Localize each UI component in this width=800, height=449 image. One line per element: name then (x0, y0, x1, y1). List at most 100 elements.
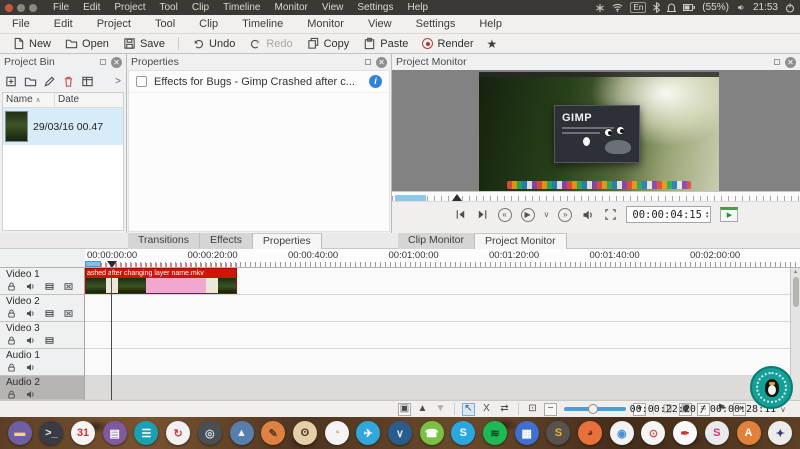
lock-track-icon[interactable] (6, 281, 17, 292)
play-button[interactable]: ▶ (521, 208, 535, 222)
track-header-video3[interactable]: Video 3 (0, 322, 84, 349)
new-button[interactable]: New (5, 36, 58, 51)
name-column-header[interactable]: Name ∧ (3, 93, 55, 107)
wifi-icon[interactable] (612, 3, 623, 12)
global-menu-item[interactable]: Help (401, 2, 436, 13)
rewind-button[interactable]: « (498, 208, 512, 222)
dock-icon[interactable]: ◕ (578, 421, 602, 445)
copy-button[interactable]: Copy (300, 36, 357, 51)
mute-track-icon[interactable] (25, 281, 36, 292)
dock-icon[interactable]: ∨ (388, 421, 412, 445)
float-panel-icon[interactable] (365, 59, 371, 65)
zone-play-button[interactable]: ▶ (720, 207, 738, 222)
track-header-audio1[interactable]: Audio 1 (0, 349, 84, 376)
video1-lane[interactable]: ashed after changing layer name.mkv (85, 268, 790, 295)
track-header-video1[interactable]: Video 1 (0, 268, 84, 295)
dock-icon[interactable]: A (737, 421, 761, 445)
monitor-tab[interactable]: Clip Monitor (398, 233, 475, 249)
dock-icon[interactable]: ☎ (420, 421, 444, 445)
toolbar-overflow-icon[interactable]: > (115, 76, 121, 87)
dock-icon[interactable]: ʘ (293, 421, 317, 445)
info-icon[interactable]: i (369, 75, 382, 88)
open-button[interactable]: Open (58, 36, 116, 51)
app-menu-item[interactable]: Help (467, 18, 514, 30)
bluetooth-icon[interactable] (653, 2, 660, 13)
save-button[interactable]: Save (116, 36, 172, 51)
app-menu-item[interactable]: Edit (42, 18, 85, 30)
dock-icon[interactable]: ◔ (325, 421, 349, 445)
timecode-spinner[interactable]: ▴▾ (706, 211, 709, 219)
global-menu-item[interactable]: Clip (185, 2, 216, 13)
razor-tool-button[interactable]: X (480, 403, 493, 416)
track-lanes[interactable]: ashed after changing layer name.mkv (85, 268, 790, 400)
zoom-slider[interactable] (564, 407, 626, 411)
undo-button[interactable]: Undo (185, 36, 242, 51)
hide-video-icon[interactable] (44, 281, 55, 292)
video2-lane[interactable] (85, 295, 790, 322)
monitor-timecode-field[interactable]: 00:00:04:15 ▴▾ (626, 206, 711, 223)
dock-icon[interactable]: ▦ (515, 421, 539, 445)
dock-icon[interactable]: 31 (71, 421, 95, 445)
mute-track-icon[interactable] (25, 308, 36, 319)
bin-clip-row[interactable]: 29/03/16 00.47 (3, 108, 123, 145)
create-folder-icon[interactable] (24, 75, 37, 88)
zone-mode-icon[interactable] (604, 208, 617, 221)
panel-tab[interactable]: Transitions (128, 233, 200, 249)
dock-icon[interactable]: ✦ (768, 421, 792, 445)
track-header-audio2[interactable]: Audio 2 (0, 376, 84, 400)
app-menu-item[interactable]: Settings (404, 18, 468, 30)
maximize-window-icon[interactable] (29, 4, 37, 12)
notifications-bell-icon[interactable] (667, 3, 676, 13)
close-window-icon[interactable] (5, 4, 13, 12)
edit-clip-icon[interactable] (43, 75, 56, 88)
lower-track-button[interactable]: ▼ (434, 403, 447, 416)
minimize-window-icon[interactable] (17, 4, 25, 12)
timeline-clip[interactable]: ashed after changing layer name.mkv (85, 268, 237, 294)
go-to-start-icon[interactable] (454, 208, 467, 221)
indicator-icon[interactable] (595, 3, 605, 13)
volume-icon[interactable] (736, 3, 746, 12)
forward-button[interactable]: » (558, 208, 572, 222)
delete-clip-icon[interactable] (62, 75, 75, 88)
close-panel-icon[interactable]: ✕ (111, 57, 122, 68)
global-menu-item[interactable]: Timeline (216, 2, 267, 13)
dock-icon[interactable]: S (451, 421, 475, 445)
global-menu-item[interactable]: File (46, 2, 76, 13)
effect-list-item[interactable]: Effects for Bugs - Gimp Crashed after c.… (129, 71, 389, 93)
dock-icon[interactable]: S (705, 421, 729, 445)
effect-checkbox[interactable] (136, 76, 147, 87)
panel-tab[interactable]: Properties (253, 233, 322, 249)
hide-video-icon[interactable] (44, 308, 55, 319)
play-options-dropdown-icon[interactable]: ∨ (544, 210, 550, 219)
playhead-line[interactable] (111, 268, 112, 400)
hide-video-icon[interactable] (44, 335, 55, 346)
global-menu-item[interactable]: Settings (350, 2, 400, 13)
timeline-playhead-icon[interactable] (107, 261, 117, 268)
dock-icon[interactable]: ↻ (166, 421, 190, 445)
app-menu-item[interactable]: Monitor (295, 18, 356, 30)
dock-icon[interactable]: ✒ (673, 421, 697, 445)
favorite-star-icon[interactable]: ★ (487, 37, 498, 51)
battery-icon[interactable] (683, 4, 695, 11)
monitor-zone-range[interactable] (395, 195, 426, 201)
dock-icon[interactable]: ✈ (356, 421, 380, 445)
battery-percent[interactable]: (55%) (702, 2, 729, 13)
redo-button[interactable]: Redo (242, 36, 299, 51)
monitor-volume-icon[interactable] (581, 208, 595, 222)
dock-icon[interactable]: ≋ (483, 421, 507, 445)
view-mode-icon[interactable] (81, 75, 94, 88)
dock-icon[interactable]: ☰ (134, 421, 158, 445)
timeline-zone-range[interactable] (85, 261, 101, 267)
mute-track-icon[interactable] (25, 389, 36, 400)
track-effects-icon[interactable] (63, 281, 74, 292)
panel-tab[interactable]: Effects (200, 233, 253, 249)
track-height-button[interactable]: ▣ (398, 403, 411, 416)
dock-icon[interactable]: >_ (39, 421, 63, 445)
video3-lane[interactable] (85, 322, 790, 349)
track-header-video2[interactable]: Video 2 (0, 295, 84, 322)
mute-track-icon[interactable] (25, 335, 36, 346)
float-panel-icon[interactable] (100, 59, 106, 65)
mute-track-icon[interactable] (25, 362, 36, 373)
app-menu-item[interactable]: Tool (143, 18, 187, 30)
go-to-end-icon[interactable] (476, 208, 489, 221)
